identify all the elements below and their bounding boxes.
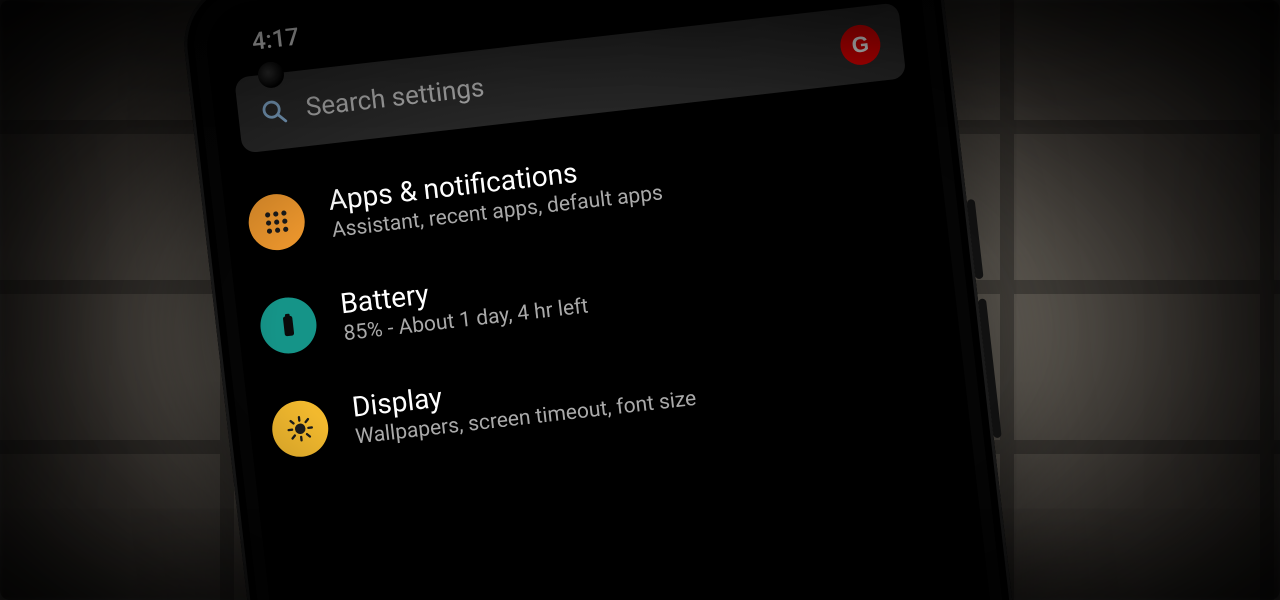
apps-icon [246,191,308,253]
battery-item-icon [257,294,319,356]
clock: 4:17 [251,22,301,55]
display-icon [269,398,331,460]
search-icon [259,96,290,127]
screen: 4:17 Search settings G [202,0,1078,600]
profile-avatar[interactable]: G [838,23,882,67]
